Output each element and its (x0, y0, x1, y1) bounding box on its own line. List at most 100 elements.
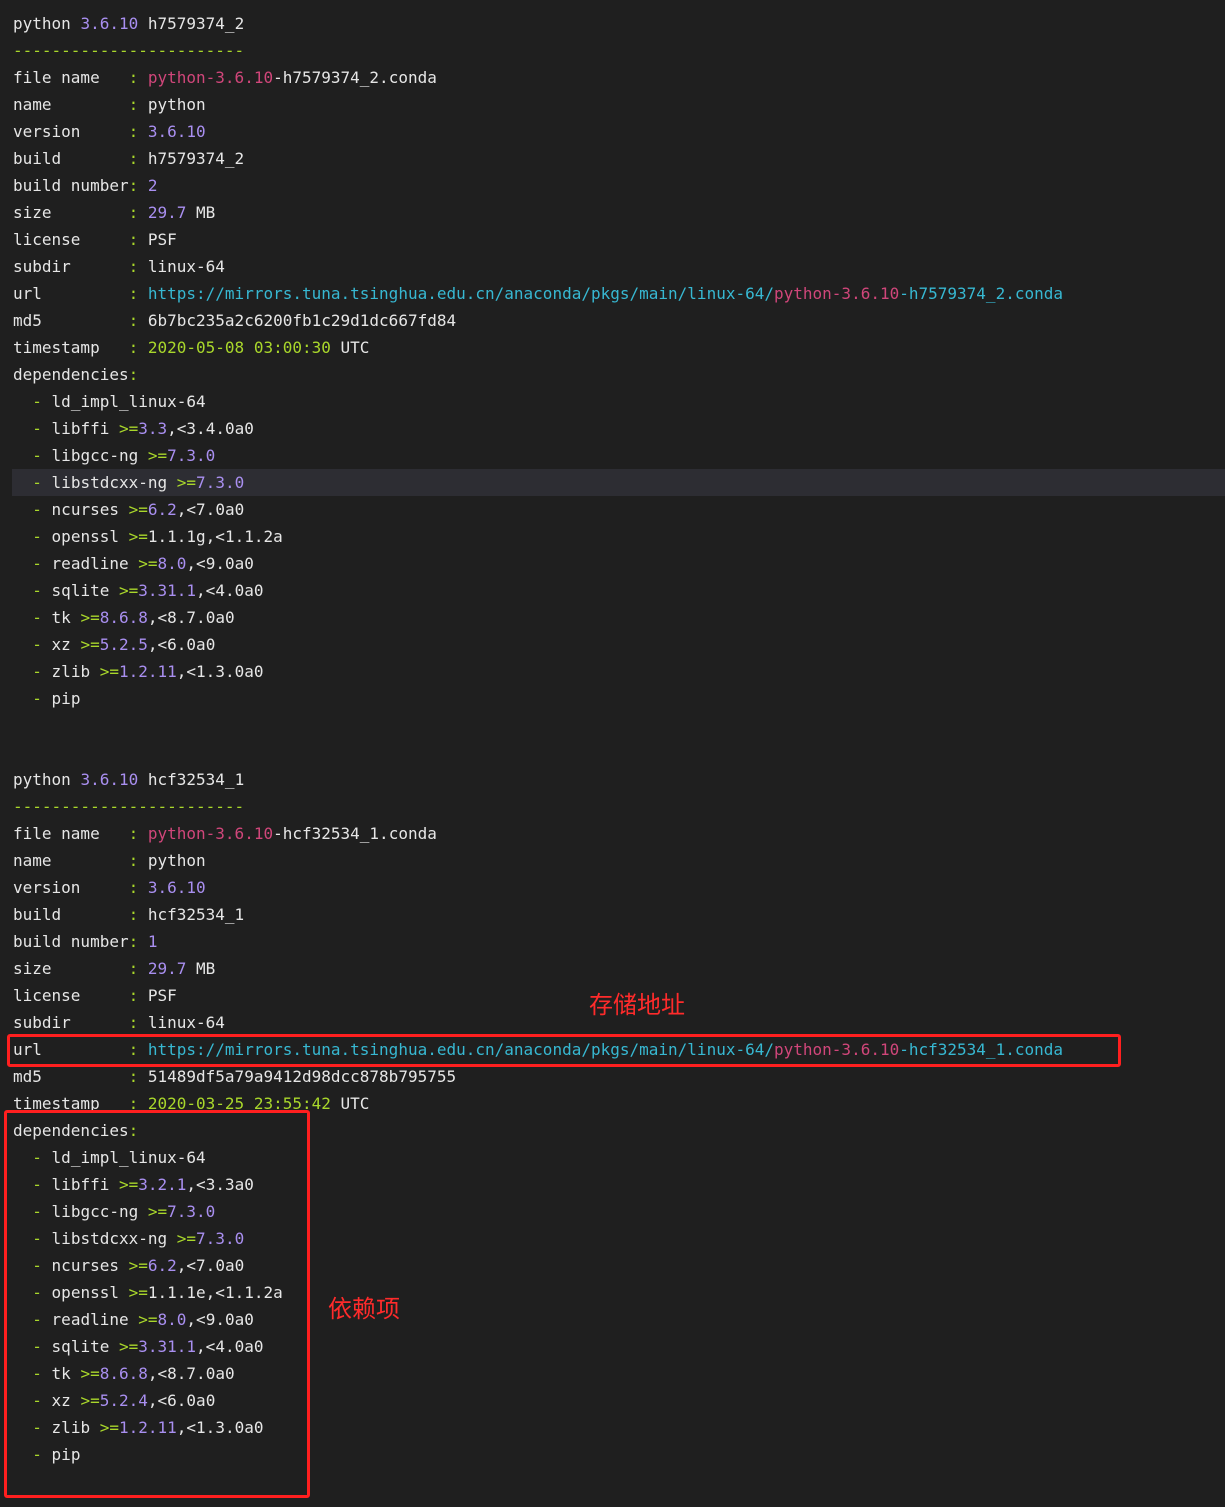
dependency-item: - libgcc-ng >=7.3.0 (13, 442, 215, 469)
field-key: build number (13, 932, 129, 951)
field-row: size : 29.7 MB (13, 199, 215, 226)
dependency-text: >= (80, 635, 100, 654)
field-colon: : (128, 905, 148, 924)
field-colon: : (128, 824, 148, 843)
list-dash: - (32, 662, 42, 681)
dependency-text: ncurses (51, 500, 129, 519)
field-colon: : (128, 95, 148, 114)
field-value: hcf32534_1 (147, 905, 245, 924)
field-key: license (13, 986, 129, 1005)
dependencies-highlight-box (4, 1110, 310, 1498)
separator-dashes: ------------------------ (13, 41, 245, 60)
field-value: UTC (330, 338, 370, 357)
field-value: python (147, 95, 206, 114)
separator: ------------------------ (13, 793, 244, 820)
field-value: https://mirrors.tuna.tsinghua.edu.cn/ana… (147, 284, 774, 303)
dependency-text: ,<6.0a0 (147, 635, 216, 654)
field-row: build number: 1 (13, 928, 158, 955)
dependency-item: - libffi >=3.3,<3.4.0a0 (13, 415, 254, 442)
field-row: build : hcf32534_1 (13, 901, 244, 928)
field-colon: : (128, 149, 148, 168)
field-row: version : 3.6.10 (13, 118, 206, 145)
field-key: subdir (13, 1013, 129, 1032)
dependency-item: - xz >=5.2.5,<6.0a0 (13, 631, 215, 658)
field-value: UTC (330, 1094, 370, 1113)
dependency-text: zlib (51, 662, 100, 681)
field-colon: : (128, 878, 148, 897)
field-row: build number: 2 (13, 172, 158, 199)
field-value: 1 (147, 932, 158, 951)
field-key: url (13, 284, 129, 303)
dependency-text: ld_impl_linux-64 (51, 392, 206, 411)
dependency-text: 7.3.0 (167, 446, 216, 465)
dependency-text: >= (138, 554, 158, 573)
field-row: name : python (13, 847, 206, 874)
dependency-text: ,<9.0a0 (186, 554, 254, 573)
url-annotation-label: 存储地址 (589, 991, 685, 1019)
package-version: 3.6.10 (80, 770, 139, 789)
field-row: subdir : linux-64 (13, 253, 225, 280)
url-highlight-box (7, 1034, 1121, 1067)
list-dash: - (32, 635, 42, 654)
field-colon: : (128, 338, 148, 357)
field-value: MB (186, 203, 216, 222)
list-dash: - (32, 419, 42, 438)
field-value: python (147, 851, 206, 870)
field-key: version (13, 878, 129, 897)
field-value: 51489df5a79a9412d98dcc878b795755 (147, 1067, 457, 1086)
field-key: size (13, 959, 129, 978)
field-colon: : (128, 122, 148, 141)
dependency-text: 6.2 (147, 500, 177, 519)
field-value: 3.6.10 (147, 878, 206, 897)
field-row: file name : python-3.6.10-hcf32534_1.con… (13, 820, 437, 847)
dependency-text: libffi (51, 419, 119, 438)
dependency-item: - ld_impl_linux-64 (13, 388, 206, 415)
field-key: name (13, 851, 129, 870)
dependency-item: - zlib >=1.2.11,<1.3.0a0 (13, 658, 263, 685)
field-value: 2020-05-08 03:00:30 (147, 338, 331, 357)
dependency-text: tk (51, 608, 81, 627)
field-colon: : (128, 986, 148, 1005)
field-row: license : PSF (13, 982, 177, 1009)
dependencies-annotation-label: 依赖项 (328, 1295, 400, 1323)
list-dash: - (32, 500, 42, 519)
field-colon: : (128, 230, 148, 249)
package-build: h7579374_2 (138, 14, 245, 33)
field-value: 3.6.10 (147, 122, 206, 141)
package-name: python (13, 14, 81, 33)
list-dash: - (32, 608, 42, 627)
field-value: python-3.6.10 (774, 284, 900, 303)
field-colon: : (128, 257, 148, 276)
field-key: file name (13, 824, 129, 843)
field-key: size (13, 203, 129, 222)
field-value: PSF (147, 230, 177, 249)
field-colon: : (128, 1067, 148, 1086)
field-row: license : PSF (13, 226, 177, 253)
dependency-text: libstdcxx-ng (51, 473, 177, 492)
dependency-text: ,<7.0a0 (176, 500, 245, 519)
dependency-text: 8.0 (157, 554, 187, 573)
dependency-text: >= (147, 446, 168, 465)
field-row: subdir : linux-64 (13, 1009, 225, 1036)
dependency-text: 5.2.5 (99, 635, 148, 654)
field-key: name (13, 95, 129, 114)
field-value: 29.7 (147, 959, 187, 978)
field-value: -h7579374_2.conda (899, 284, 1063, 303)
field-colon: : (128, 932, 148, 951)
dependency-text: ,<8.7.0a0 (147, 608, 235, 627)
package-build: hcf32534_1 (138, 770, 245, 789)
field-value: MB (186, 959, 216, 978)
